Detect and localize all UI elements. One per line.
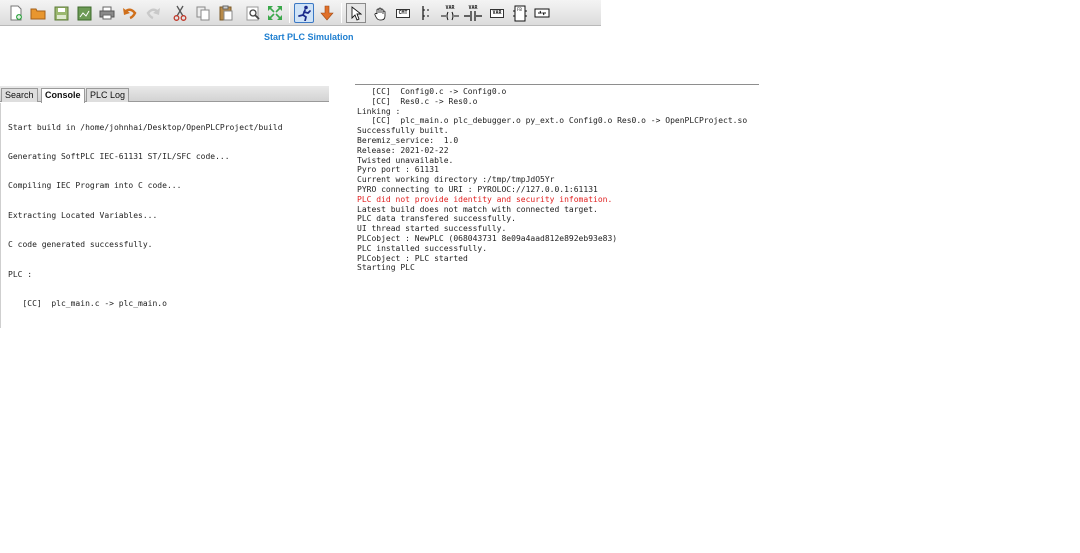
- connection-icon[interactable]: [532, 3, 552, 23]
- log-line: Linking :: [357, 106, 401, 116]
- variable-icon[interactable]: VAR: [487, 3, 507, 23]
- log-line: Starting PLC: [357, 263, 415, 273]
- log-line: PLCobject : PLC started: [357, 253, 468, 263]
- tab-plc-log[interactable]: PLC Log: [86, 88, 130, 102]
- down-arrow-icon[interactable]: [317, 3, 337, 23]
- log-line: Pyro port : 61131: [357, 165, 439, 175]
- running-man-icon[interactable]: [294, 3, 314, 23]
- comment-label: CMT: [396, 8, 410, 18]
- console-line: PLC :: [8, 269, 33, 279]
- console-line: Compiling IEC Program into C code...: [8, 181, 182, 191]
- redo-icon[interactable]: [143, 3, 163, 23]
- main-toolbar: CMT VAR VAR VAR FB: [0, 0, 601, 26]
- console-continuation-panel: [CC] Config0.c -> Config0.o [CC] Res0.c …: [355, 84, 759, 274]
- find-icon[interactable]: [243, 3, 263, 23]
- copy-icon[interactable]: [193, 3, 213, 23]
- variable-label: VAR: [490, 8, 504, 18]
- cut-icon[interactable]: [170, 3, 190, 23]
- log-line-error: PLC did not provide identity and securit…: [357, 194, 613, 204]
- console-output: Start build in /home/johnhai/Desktop/Ope…: [0, 103, 329, 329]
- save-as-icon[interactable]: [74, 3, 94, 23]
- hand-icon[interactable]: [370, 3, 390, 23]
- log-line: [CC] Res0.c -> Res0.o: [357, 96, 478, 106]
- fullscreen-icon[interactable]: [265, 3, 285, 23]
- log-line: Latest build does not match with connect…: [357, 204, 598, 214]
- open-folder-icon[interactable]: [28, 3, 48, 23]
- console-log: [CC] Config0.c -> Config0.o [CC] Res0.c …: [357, 87, 747, 273]
- svg-text:FB: FB: [517, 7, 522, 12]
- power-rail-icon[interactable]: [417, 3, 437, 23]
- console-line: Start build in /home/johnhai/Desktop/Ope…: [8, 122, 283, 132]
- save-icon[interactable]: [51, 3, 71, 23]
- toolbar-separator: [289, 3, 290, 23]
- log-line: [CC] Config0.c -> Config0.o: [357, 87, 507, 96]
- paste-icon[interactable]: [216, 3, 236, 23]
- comment-icon[interactable]: CMT: [393, 3, 413, 23]
- start-simulation-tooltip: Start PLC Simulation: [264, 32, 354, 42]
- log-line: PLC installed successfully.: [357, 243, 488, 253]
- log-line: PLC data transfered successfully.: [357, 214, 516, 224]
- log-line: UI thread started successfully.: [357, 224, 507, 234]
- console-line: Generating SoftPLC IEC-61131 ST/IL/SFC c…: [8, 151, 230, 161]
- undo-icon[interactable]: [120, 3, 140, 23]
- log-line: [CC] plc_main.o plc_debugger.o py_ext.o …: [357, 116, 748, 126]
- log-line: Successfully built.: [357, 126, 449, 136]
- log-line: Current working directory :/tmp/tmpJdO5Y…: [357, 175, 555, 185]
- new-file-icon[interactable]: [6, 3, 26, 23]
- log-line: Twisted unavailable.: [357, 155, 454, 165]
- log-line: Release: 2021-02-22: [357, 145, 449, 155]
- console-line: C code generated successfully.: [8, 240, 153, 250]
- log-line: Beremiz_service: 1.0: [357, 135, 459, 145]
- tab-console[interactable]: Console: [41, 88, 85, 103]
- panel-tabs: Search Console PLC Log: [0, 86, 329, 103]
- console-line: Extracting Located Variables...: [8, 210, 158, 220]
- log-line: PLCobject : NewPLC (068043731 8e09a4aad8…: [357, 233, 618, 243]
- contact-icon[interactable]: VAR: [463, 3, 483, 23]
- pointer-icon[interactable]: [346, 3, 366, 23]
- bottom-panel: Search Console PLC Log Start build in /h…: [0, 86, 329, 329]
- log-line: PYRO connecting to URI : PYROLOC://127.0…: [357, 184, 598, 194]
- tab-search[interactable]: Search: [1, 88, 38, 102]
- toolbar-separator: [341, 3, 342, 23]
- function-block-icon[interactable]: FB: [510, 3, 530, 23]
- console-line: [CC] plc_main.c -> plc_main.o: [8, 298, 167, 308]
- coil-icon[interactable]: VAR: [440, 3, 460, 23]
- print-icon[interactable]: [97, 3, 117, 23]
